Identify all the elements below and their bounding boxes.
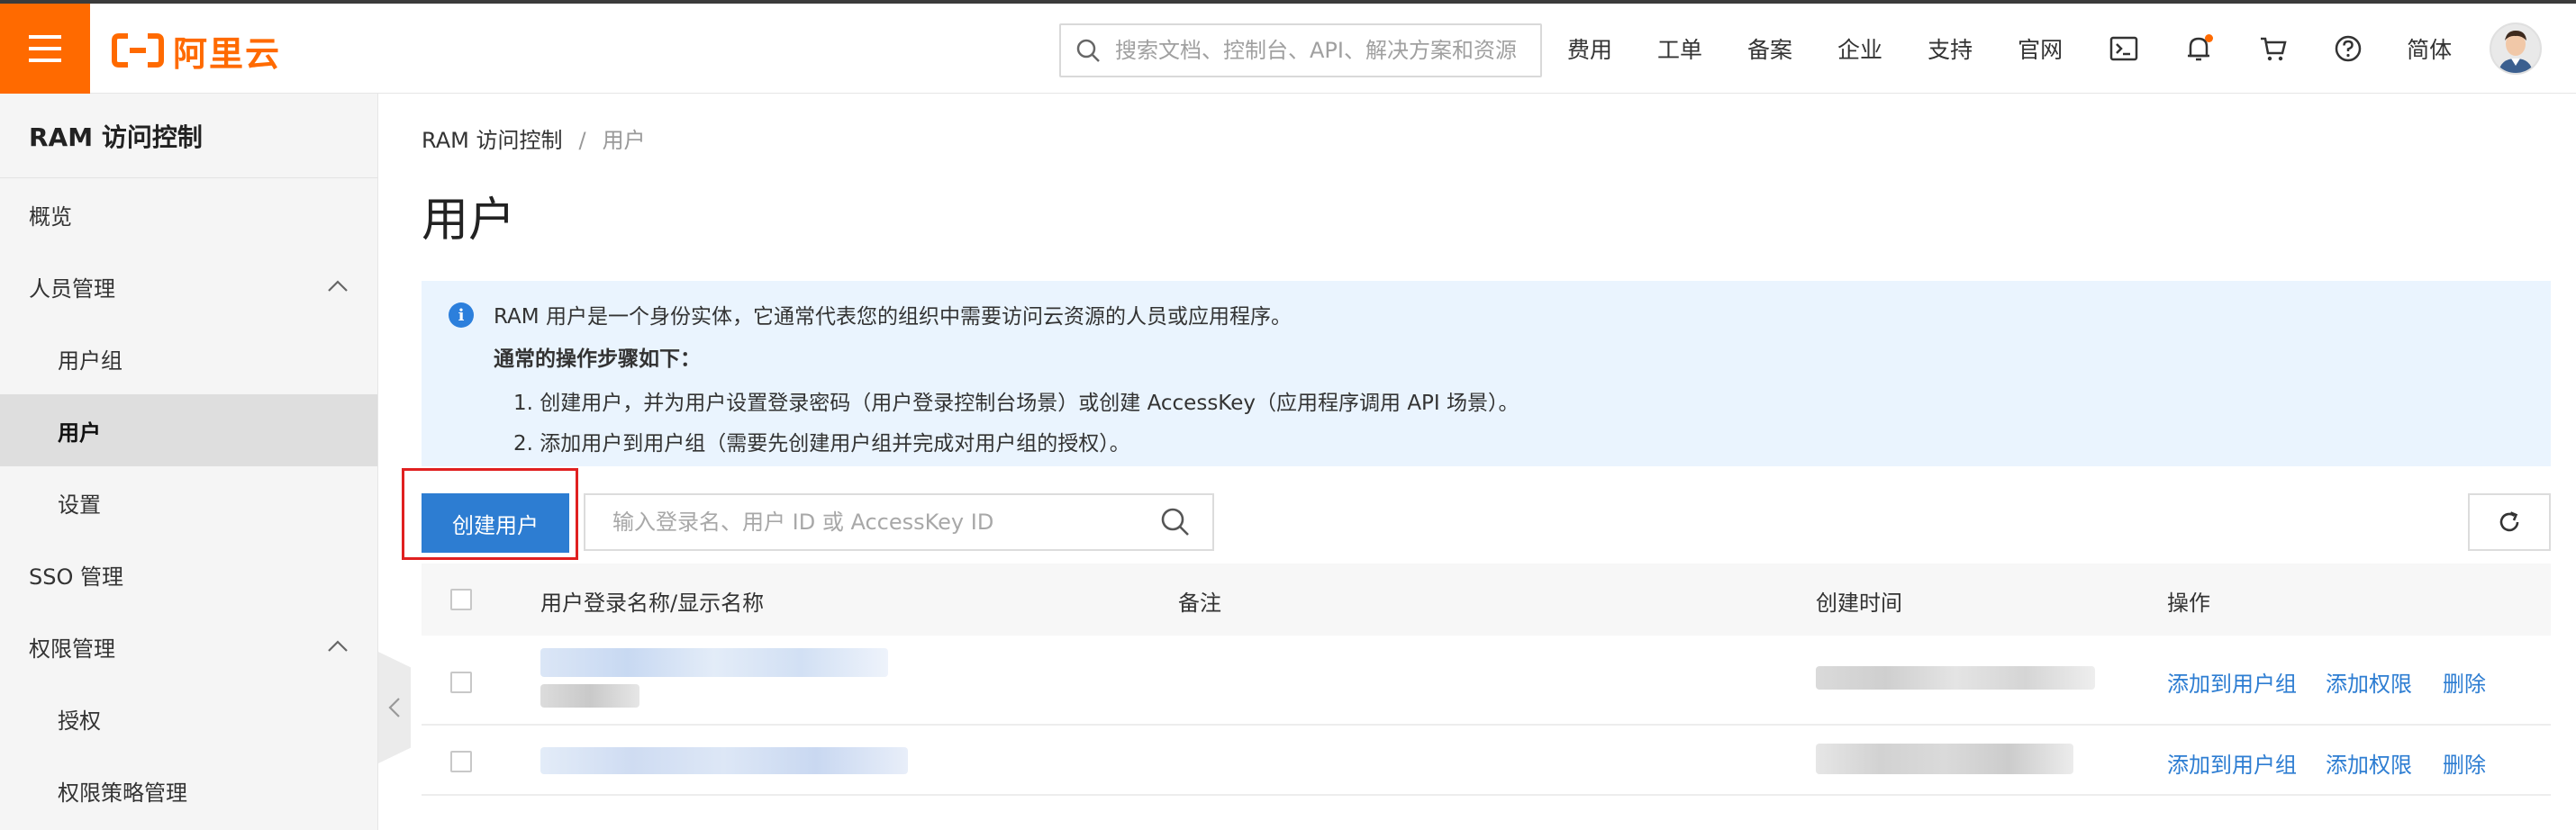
breadcrumb-root[interactable]: RAM 访问控制 (422, 128, 562, 153)
sidebar-item-label: 概览 (29, 203, 72, 230)
help-icon (2335, 35, 2362, 62)
global-search-input[interactable] (1115, 38, 1529, 63)
top-navigation-bar: 阿里云 费用 工单 备案 企业 支持 官网 简体 (0, 0, 2576, 94)
table-row: 添加到用户组 添加权限 删除 (422, 636, 2551, 726)
sidebar: RAM 访问控制 概览 人员管理 用户组 用户 设置 SSO 管理 权限管理 授… (0, 94, 378, 830)
sidebar-item-sso[interactable]: SSO 管理 (0, 538, 377, 610)
avatar-icon (2491, 24, 2541, 73)
sidebar-item-label: 设置 (58, 492, 101, 518)
sidebar-title: RAM 访问控制 (0, 94, 377, 178)
sidebar-item-grants[interactable]: 授权 (0, 682, 377, 754)
sidebar-item-label: 用户组 (58, 347, 122, 374)
sidebar-item-label: 权限策略管理 (58, 780, 187, 806)
table-header: 用户登录名称/显示名称 备注 创建时间 操作 (422, 564, 2551, 636)
sidebar-group-permissions[interactable]: 权限管理 (0, 610, 377, 682)
terminal-icon (2109, 36, 2138, 61)
info-line-steps-title: 通常的操作步骤如下： (494, 347, 701, 371)
delete-link[interactable]: 删除 (2443, 666, 2486, 698)
redacted-display-name (540, 684, 639, 708)
add-to-group-link[interactable]: 添加到用户组 (2167, 666, 2297, 698)
sidebar-item-users[interactable]: 用户 (0, 394, 377, 466)
column-header-time: 创建时间 (1816, 591, 1902, 616)
add-permission-link[interactable]: 添加权限 (2326, 747, 2412, 779)
cart-icon (2261, 37, 2287, 61)
redacted-user-name (540, 747, 908, 774)
breadcrumb: RAM 访问控制 / 用户 (422, 122, 646, 154)
sidebar-item-policies[interactable]: 权限策略管理 (0, 754, 377, 826)
refresh-button[interactable] (2468, 493, 2551, 551)
filter-search-button[interactable] (1144, 495, 1207, 549)
redacted-user-name (540, 648, 888, 677)
row-checkbox[interactable] (450, 672, 472, 693)
table-row: 添加到用户组 添加权限 删除 (422, 726, 2551, 796)
create-user-button[interactable]: 创建用户 (422, 493, 569, 553)
sidebar-item-label: 用户 (58, 420, 101, 446)
sidebar-item-label: SSO 管理 (29, 564, 123, 590)
info-line-step-1: 1. 创建用户，并为用户设置登录密码（用户登录控制台场景）或创建 AccessK… (513, 392, 1519, 415)
column-header-note: 备注 (1178, 591, 1221, 616)
chevron-up-icon (328, 640, 348, 652)
user-filter[interactable] (584, 493, 1214, 551)
info-icon: i (449, 302, 474, 328)
chevron-left-icon (388, 698, 400, 717)
sidebar-item-overview[interactable]: 概览 (0, 178, 377, 250)
terminal-button[interactable] (2108, 32, 2140, 65)
avatar[interactable] (2490, 23, 2543, 75)
nav-item-enterprise[interactable]: 企业 (1837, 32, 1882, 65)
cart-button[interactable] (2257, 32, 2290, 65)
search-icon (1161, 508, 1189, 536)
sidebar-collapse-handle[interactable] (378, 652, 411, 763)
menu-icon (29, 35, 61, 62)
row-checkbox[interactable] (450, 751, 472, 772)
nav-item-tickets[interactable]: 工单 (1657, 32, 1702, 65)
refresh-icon (2499, 511, 2519, 532)
help-button[interactable] (2332, 32, 2364, 65)
global-search[interactable] (1059, 23, 1542, 77)
sidebar-item-settings[interactable]: 设置 (0, 466, 377, 538)
chevron-up-icon (328, 280, 348, 292)
logo-text: 阿里云 (173, 33, 282, 74)
aliyun-logo[interactable]: 阿里云 (112, 31, 281, 74)
add-to-group-link[interactable]: 添加到用户组 (2167, 747, 2297, 779)
column-header-ops: 操作 (2167, 591, 2210, 616)
top-nav: 费用 工单 备案 企业 支持 官网 简体 (1567, 4, 2543, 94)
sidebar-group-identities[interactable]: 人员管理 (0, 250, 377, 322)
column-header-name: 用户登录名称/显示名称 (540, 591, 765, 616)
info-line-description: RAM 用户是一个身份实体，它通常代表您的组织中需要访问云资源的人员或应用程序。 (494, 305, 1292, 329)
delete-link[interactable]: 删除 (2443, 747, 2486, 779)
info-banner: i RAM 用户是一个身份实体，它通常代表您的组织中需要访问云资源的人员或应用程… (422, 281, 2551, 466)
breadcrumb-current: 用户 (602, 128, 646, 153)
nav-item-billing[interactable]: 费用 (1567, 32, 1612, 65)
redacted-created-time (1816, 666, 2095, 690)
user-filter-input[interactable] (585, 510, 1144, 535)
select-all-checkbox[interactable] (450, 589, 472, 610)
info-line-step-2: 2. 添加用户到用户组（需要先创建用户组并完成对用户组的授权）。 (513, 432, 1130, 456)
nav-item-website[interactable]: 官网 (2018, 32, 2063, 65)
redacted-created-time (1816, 744, 2073, 774)
sidebar-item-label: 权限管理 (29, 636, 115, 662)
aliyun-logo-mark-icon (112, 33, 164, 68)
breadcrumb-separator: / (578, 128, 586, 153)
sidebar-item-user-groups[interactable]: 用户组 (0, 322, 377, 394)
sidebar-item-label: 人员管理 (29, 275, 115, 302)
menu-button[interactable] (0, 4, 90, 94)
language-switch[interactable]: 简体 (2407, 32, 2452, 65)
sidebar-item-label: 授权 (58, 708, 101, 734)
nav-item-support[interactable]: 支持 (1927, 32, 1973, 65)
search-icon (1061, 25, 1115, 76)
page-title: 用户 (422, 194, 516, 248)
users-table: 用户登录名称/显示名称 备注 创建时间 操作 添加到用户组 添加权限 删除 添加… (422, 564, 2551, 796)
nav-item-icp[interactable]: 备案 (1747, 32, 1792, 65)
notifications-button[interactable] (2182, 32, 2215, 65)
add-permission-link[interactable]: 添加权限 (2326, 666, 2412, 698)
